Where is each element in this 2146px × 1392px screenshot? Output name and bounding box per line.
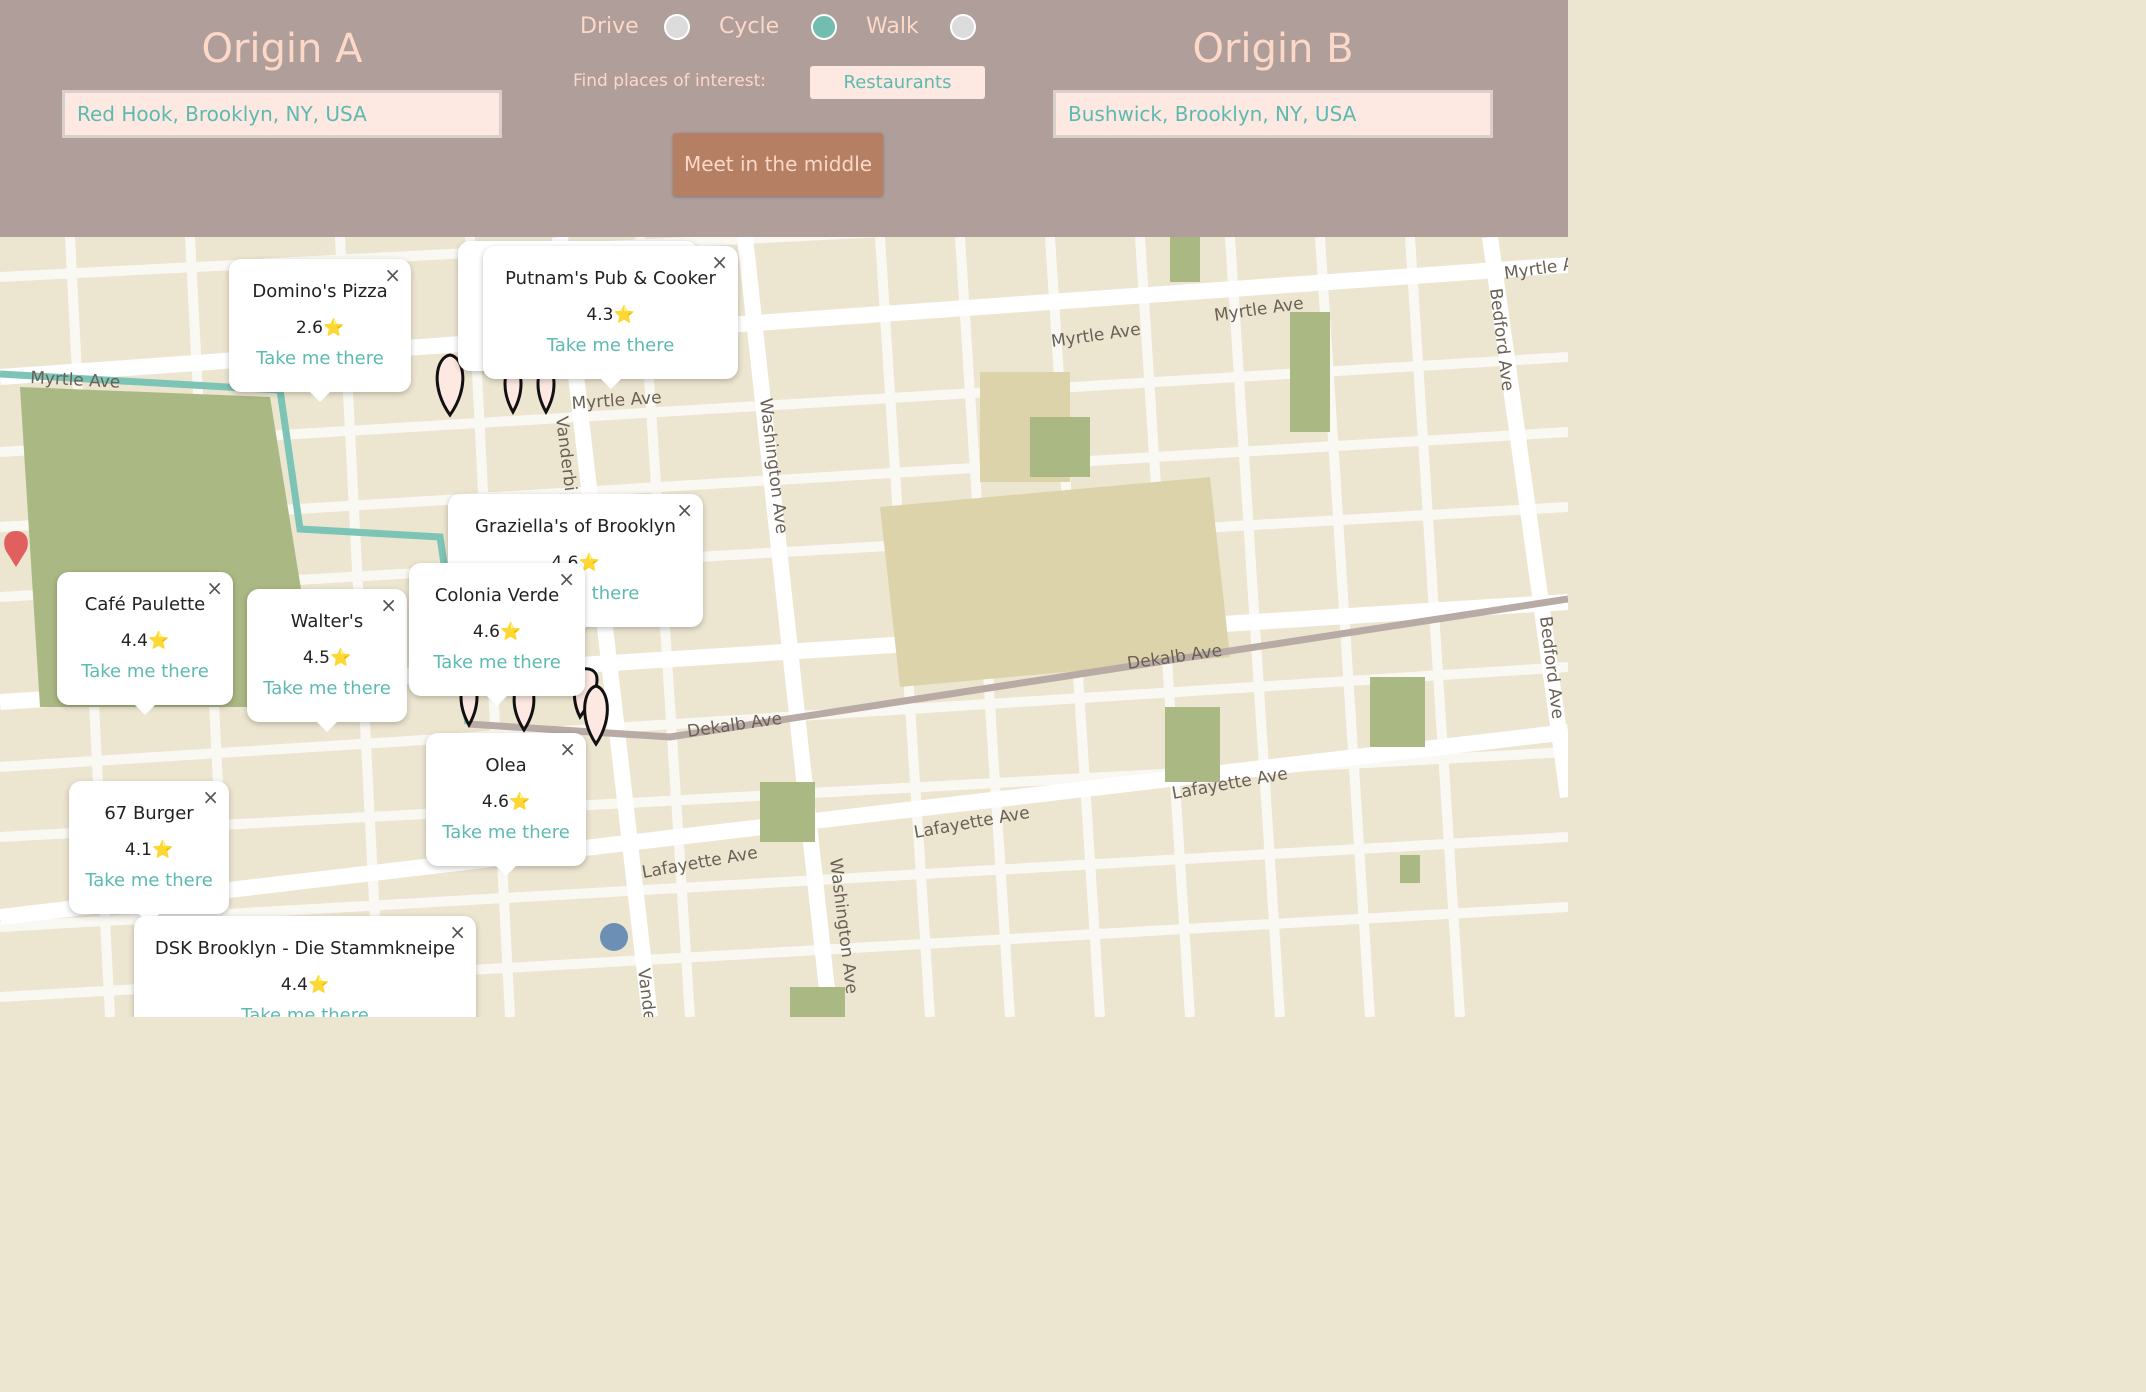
place-popup: × DSK Brooklyn - Die Stammkneipe 4.4⭐ Ta… bbox=[134, 916, 476, 1017]
star-icon: ⭐ bbox=[307, 975, 330, 995]
origin-a-input[interactable]: Red Hook, Brooklyn, NY, USA bbox=[62, 90, 502, 138]
take-me-there-link[interactable]: Take me there bbox=[229, 348, 411, 369]
close-icon[interactable]: × bbox=[449, 920, 466, 944]
street-label-vanderbilt: Vande bbox=[633, 967, 659, 1017]
place-name: Putnam's Pub & Cooker bbox=[505, 268, 716, 289]
take-me-there-link[interactable]: Take me there bbox=[69, 870, 229, 891]
mode-cycle-radio[interactable] bbox=[811, 14, 837, 40]
street-label-dekalb: Dekalb Ave bbox=[686, 709, 783, 742]
place-popup: × Café Paulette 4.4⭐ Take me there bbox=[57, 572, 233, 715]
place-popup: × Domino's Pizza 2.6⭐ Take me there bbox=[229, 259, 411, 402]
star-icon: ⭐ bbox=[151, 840, 174, 860]
star-icon: ⭐ bbox=[508, 792, 531, 812]
place-name: DSK Brooklyn - Die Stammkneipe bbox=[154, 938, 456, 959]
street-label-washington: Washington Ave bbox=[755, 397, 791, 535]
origin-b-title: Origin B bbox=[1192, 26, 1354, 72]
take-me-there-link[interactable]: Take me there bbox=[483, 335, 738, 356]
search-header: Origin A Red Hook, Brooklyn, NY, USA Dri… bbox=[0, 0, 1568, 237]
category-select[interactable]: Restaurants bbox=[810, 66, 985, 99]
close-icon[interactable]: × bbox=[711, 250, 728, 274]
meet-in-the-middle-button[interactable]: Meet in the middle bbox=[673, 133, 883, 196]
take-me-there-link[interactable]: Take me there bbox=[247, 678, 407, 699]
map-view[interactable]: Myrtle Ave Myrtle Ave Myrtle Ave Myrtle … bbox=[0, 237, 1568, 1017]
place-rating: 4.4⭐ bbox=[280, 975, 330, 995]
mode-drive-label: Drive bbox=[580, 14, 639, 39]
street-label-myrtle: Myrtle A bbox=[1503, 254, 1568, 284]
park-block bbox=[1370, 677, 1425, 747]
street-label-lafayette: Lafayette Ave bbox=[640, 843, 759, 883]
place-rating: 4.4⭐ bbox=[120, 631, 170, 651]
park-block bbox=[1170, 237, 1200, 282]
street-label-myrtle: Myrtle Ave bbox=[1050, 320, 1142, 352]
place-rating: 4.5⭐ bbox=[302, 648, 352, 668]
place-rating: 4.6⭐ bbox=[472, 622, 522, 642]
park-block bbox=[790, 987, 845, 1017]
mode-drive-radio[interactable] bbox=[664, 14, 690, 40]
park-block bbox=[1165, 707, 1220, 782]
take-me-there-link[interactable]: Take me there bbox=[426, 822, 586, 843]
star-icon: ⭐ bbox=[329, 648, 352, 668]
find-places-label: Find places of interest: bbox=[573, 71, 766, 91]
place-popup: × Walter's 4.5⭐ Take me there bbox=[247, 589, 407, 732]
park-block bbox=[1030, 417, 1090, 477]
place-rating: 4.1⭐ bbox=[124, 840, 174, 860]
take-me-there-link[interactable]: Take me there bbox=[134, 1005, 476, 1017]
origin-b-input[interactable]: Bushwick, Brooklyn, NY, USA bbox=[1053, 90, 1493, 138]
street-label-bedford: Bedford Ave bbox=[1485, 287, 1517, 392]
close-icon[interactable]: × bbox=[206, 576, 223, 600]
place-popup: × Olea 4.6⭐ Take me there bbox=[426, 733, 586, 876]
close-icon[interactable]: × bbox=[558, 567, 575, 591]
close-icon[interactable]: × bbox=[559, 737, 576, 761]
park-block bbox=[1290, 312, 1330, 432]
place-rating: 4.6⭐ bbox=[481, 792, 531, 812]
star-icon: ⭐ bbox=[613, 305, 635, 325]
origin-a-title: Origin A bbox=[201, 26, 363, 72]
place-popup: × 67 Burger 4.1⭐ Take me there bbox=[69, 781, 229, 924]
place-popup: × Putnam's Pub & Cooker 4.3⭐ Take me the… bbox=[483, 246, 738, 389]
school-icon[interactable] bbox=[600, 923, 628, 951]
mode-walk-radio[interactable] bbox=[950, 14, 976, 40]
star-icon: ⭐ bbox=[499, 622, 522, 642]
mode-cycle-label: Cycle bbox=[719, 14, 780, 39]
place-name: Graziella's of Brooklyn bbox=[475, 516, 676, 537]
place-rating: 4.3⭐ bbox=[586, 305, 635, 325]
close-icon[interactable]: × bbox=[384, 263, 401, 287]
park-block bbox=[760, 782, 815, 842]
mode-walk-label: Walk bbox=[866, 14, 919, 39]
close-icon[interactable]: × bbox=[202, 785, 219, 809]
close-icon[interactable]: × bbox=[380, 593, 397, 617]
star-icon: ⭐ bbox=[322, 318, 345, 338]
star-icon: ⭐ bbox=[147, 631, 170, 651]
take-me-there-link[interactable]: Take me there bbox=[57, 661, 233, 682]
hospital-icon[interactable] bbox=[4, 531, 28, 567]
take-me-there-link[interactable]: Take me there bbox=[409, 652, 585, 673]
close-icon[interactable]: × bbox=[676, 498, 693, 522]
park-block bbox=[1400, 855, 1420, 883]
place-popup: × Colonia Verde 4.6⭐ Take me there bbox=[409, 563, 585, 706]
place-rating: 2.6⭐ bbox=[295, 318, 345, 338]
